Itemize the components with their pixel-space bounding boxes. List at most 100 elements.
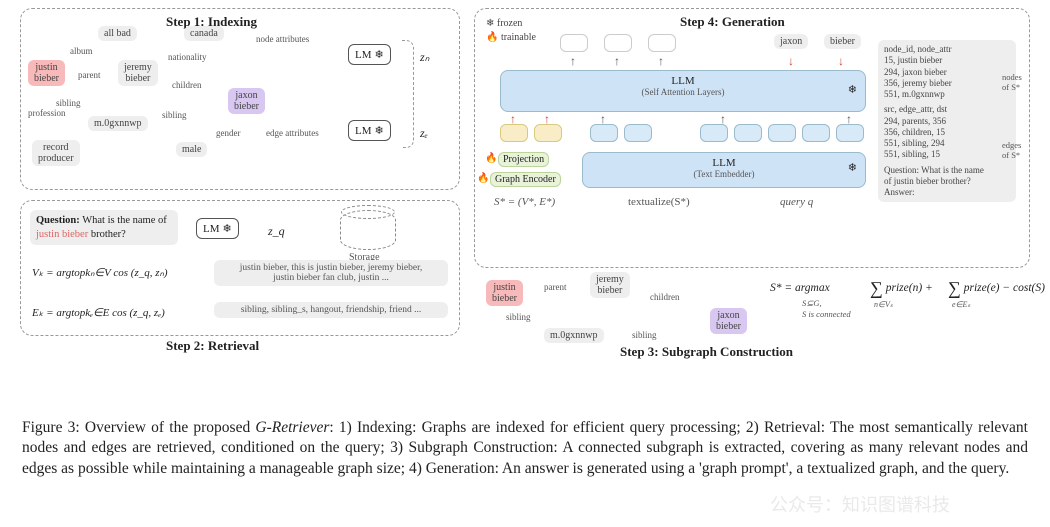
lm-box-nodes: LM ❄: [348, 44, 391, 65]
snowflake-icon: ❄: [848, 161, 857, 174]
flame-icon: 🔥: [485, 153, 497, 164]
llm-top-label: LLM: [501, 75, 865, 87]
s3-constraint: S⊆G, S is connected: [802, 298, 851, 319]
edge-nodeattrs: node attributes: [256, 34, 309, 44]
node-mcode: m.0gxnnwp: [88, 116, 148, 131]
s3-parent: parent: [544, 282, 567, 292]
uparrow-3: ↑: [658, 54, 664, 69]
snowflake-icon: ❄: [848, 83, 857, 96]
node-record: record producer: [32, 140, 80, 166]
caption-lead: Overview of the proposed: [85, 419, 256, 436]
s3-prize-e: ∑ prize(e) − cost(S): [948, 278, 1045, 299]
projection-box: 🔥 Projection: [498, 152, 549, 167]
legend-frozen: ❄ frozen: [486, 18, 522, 29]
eq-ek: Eₖ = argtopkₑ∈E cos (z_q, zₑ): [32, 306, 165, 319]
graph-encoder-label: Graph Encoder: [495, 174, 556, 185]
watermark: 公众号：知识图谱科技: [770, 491, 950, 517]
lm-box-query: LM ❄: [196, 218, 239, 239]
nodes-of-s: nodes of S*: [1002, 72, 1026, 92]
output-bieber: bieber: [824, 34, 861, 49]
llm-top-sub: (Self Attention Layers): [501, 87, 865, 97]
output-jaxon: jaxon: [774, 34, 808, 49]
s3-jeremy: jeremy bieber: [590, 272, 630, 298]
flame-icon: 🔥: [477, 173, 489, 184]
node-male: male: [176, 142, 207, 157]
eq-vk: Vₖ = argtopkₙ∈V cos (z_q, zₙ): [32, 266, 168, 279]
s3-prize-n: ∑ prize(n) +: [870, 278, 933, 299]
sidecard-nodes: node_id, node_attr 15, justin bieber 294…: [884, 44, 1010, 100]
edge-children: children: [172, 80, 202, 90]
s3-jaxon: jaxon bieber: [710, 308, 747, 334]
output-box-1: [560, 34, 588, 52]
sidecard: node_id, node_attr 15, justin bieber 294…: [878, 40, 1016, 202]
snowflake-icon: ❄: [375, 48, 384, 61]
node-canada: canada: [184, 26, 224, 41]
llm-bot-label: LLM: [583, 157, 865, 169]
lm-label2: LM: [355, 125, 372, 137]
uparrow-2: ↑: [614, 54, 620, 69]
token-2: [624, 124, 652, 142]
uparrow-sp1: ↑: [510, 112, 516, 127]
s3-mcode: m.0gxnnwp: [544, 328, 604, 343]
z-n: zₙ: [420, 50, 429, 65]
step3-label: Step 3: Subgraph Construction: [620, 344, 793, 360]
output-box-2: [604, 34, 632, 52]
s3-sub-n: n∈Vₛ: [874, 300, 893, 309]
token-6: [802, 124, 830, 142]
s3-children: children: [650, 292, 680, 302]
downarrow-2: ↓: [838, 54, 844, 69]
node-allbad: all bad: [98, 26, 137, 41]
z-e: zₑ: [420, 126, 428, 141]
edge-album: album: [70, 46, 93, 56]
storage-icon: [340, 210, 396, 250]
edge-profession: profession: [28, 108, 66, 118]
sidecard-question: Question: What is the name of justin bie…: [884, 165, 1010, 199]
question-box: Question: What is the name of justin bie…: [30, 210, 178, 245]
downarrow-1: ↓: [788, 54, 794, 69]
bracket-step1: [402, 40, 414, 148]
question-prefix: Question:: [36, 215, 80, 226]
edge-sibling2: sibling: [162, 110, 187, 120]
legend-trainable: 🔥 trainable: [486, 32, 536, 43]
output-box-3: [648, 34, 676, 52]
edge-gender: gender: [216, 128, 241, 138]
node-justin: justin bieber: [28, 60, 65, 86]
uparrow-t1: ↑: [600, 112, 606, 127]
sidecard-edges: src, edge_attr, dst 294, parents, 356 35…: [884, 104, 1010, 160]
node-jeremy: jeremy bieber: [118, 60, 158, 86]
graph-encoder-box: 🔥 Graph Encoder: [490, 172, 561, 187]
step2-label: Step 2: Retrieval: [166, 338, 259, 354]
textualize-label: textualize(S*): [628, 196, 690, 208]
uparrow-sp2: ↑: [544, 112, 550, 127]
retrieved-edges: sibling, sibling_s, hangout, friendship,…: [214, 302, 448, 318]
llm-top: LLM (Self Attention Layers) ❄: [500, 70, 866, 112]
edges-of-s: edges of S*: [1002, 140, 1026, 160]
retrieved-nodes: justin bieber, this is justin bieber, je…: [214, 260, 448, 286]
lm-label3: LM: [203, 223, 220, 235]
caption-model: G-Retriever: [255, 419, 329, 436]
uparrow-1: ↑: [570, 54, 576, 69]
token-4: [734, 124, 762, 142]
llm-bottom: LLM (Text Embedder) ❄: [582, 152, 866, 188]
uparrow-t2: ↑: [720, 112, 726, 127]
llm-bot-sub: (Text Embedder): [583, 169, 865, 179]
sstar-eq: S* = (V*, E*): [494, 196, 555, 208]
edge-parent: parent: [78, 70, 101, 80]
edge-edgeattrs: edge attributes: [266, 128, 319, 138]
edge-sibling: sibling: [56, 98, 81, 108]
queryq-label: query q: [780, 196, 813, 208]
step4-label: Step 4: Generation: [680, 14, 785, 30]
z-q: z_q: [268, 224, 285, 239]
snowflake-icon: ❄: [375, 124, 384, 137]
lm-label: LM: [355, 49, 372, 61]
node-jaxon: jaxon bieber: [228, 88, 265, 114]
projection-label: Projection: [503, 154, 544, 165]
figure-number: Figure 3:: [22, 419, 85, 436]
figure-caption: Figure 3: Overview of the proposed G-Ret…: [22, 418, 1028, 479]
s3-sibling: sibling: [506, 312, 531, 322]
s3-justin: justin bieber: [486, 280, 523, 306]
s3-sibling2: sibling: [632, 330, 657, 340]
uparrow-t3: ↑: [846, 112, 852, 127]
snowflake-icon: ❄: [223, 222, 232, 235]
token-5: [768, 124, 796, 142]
